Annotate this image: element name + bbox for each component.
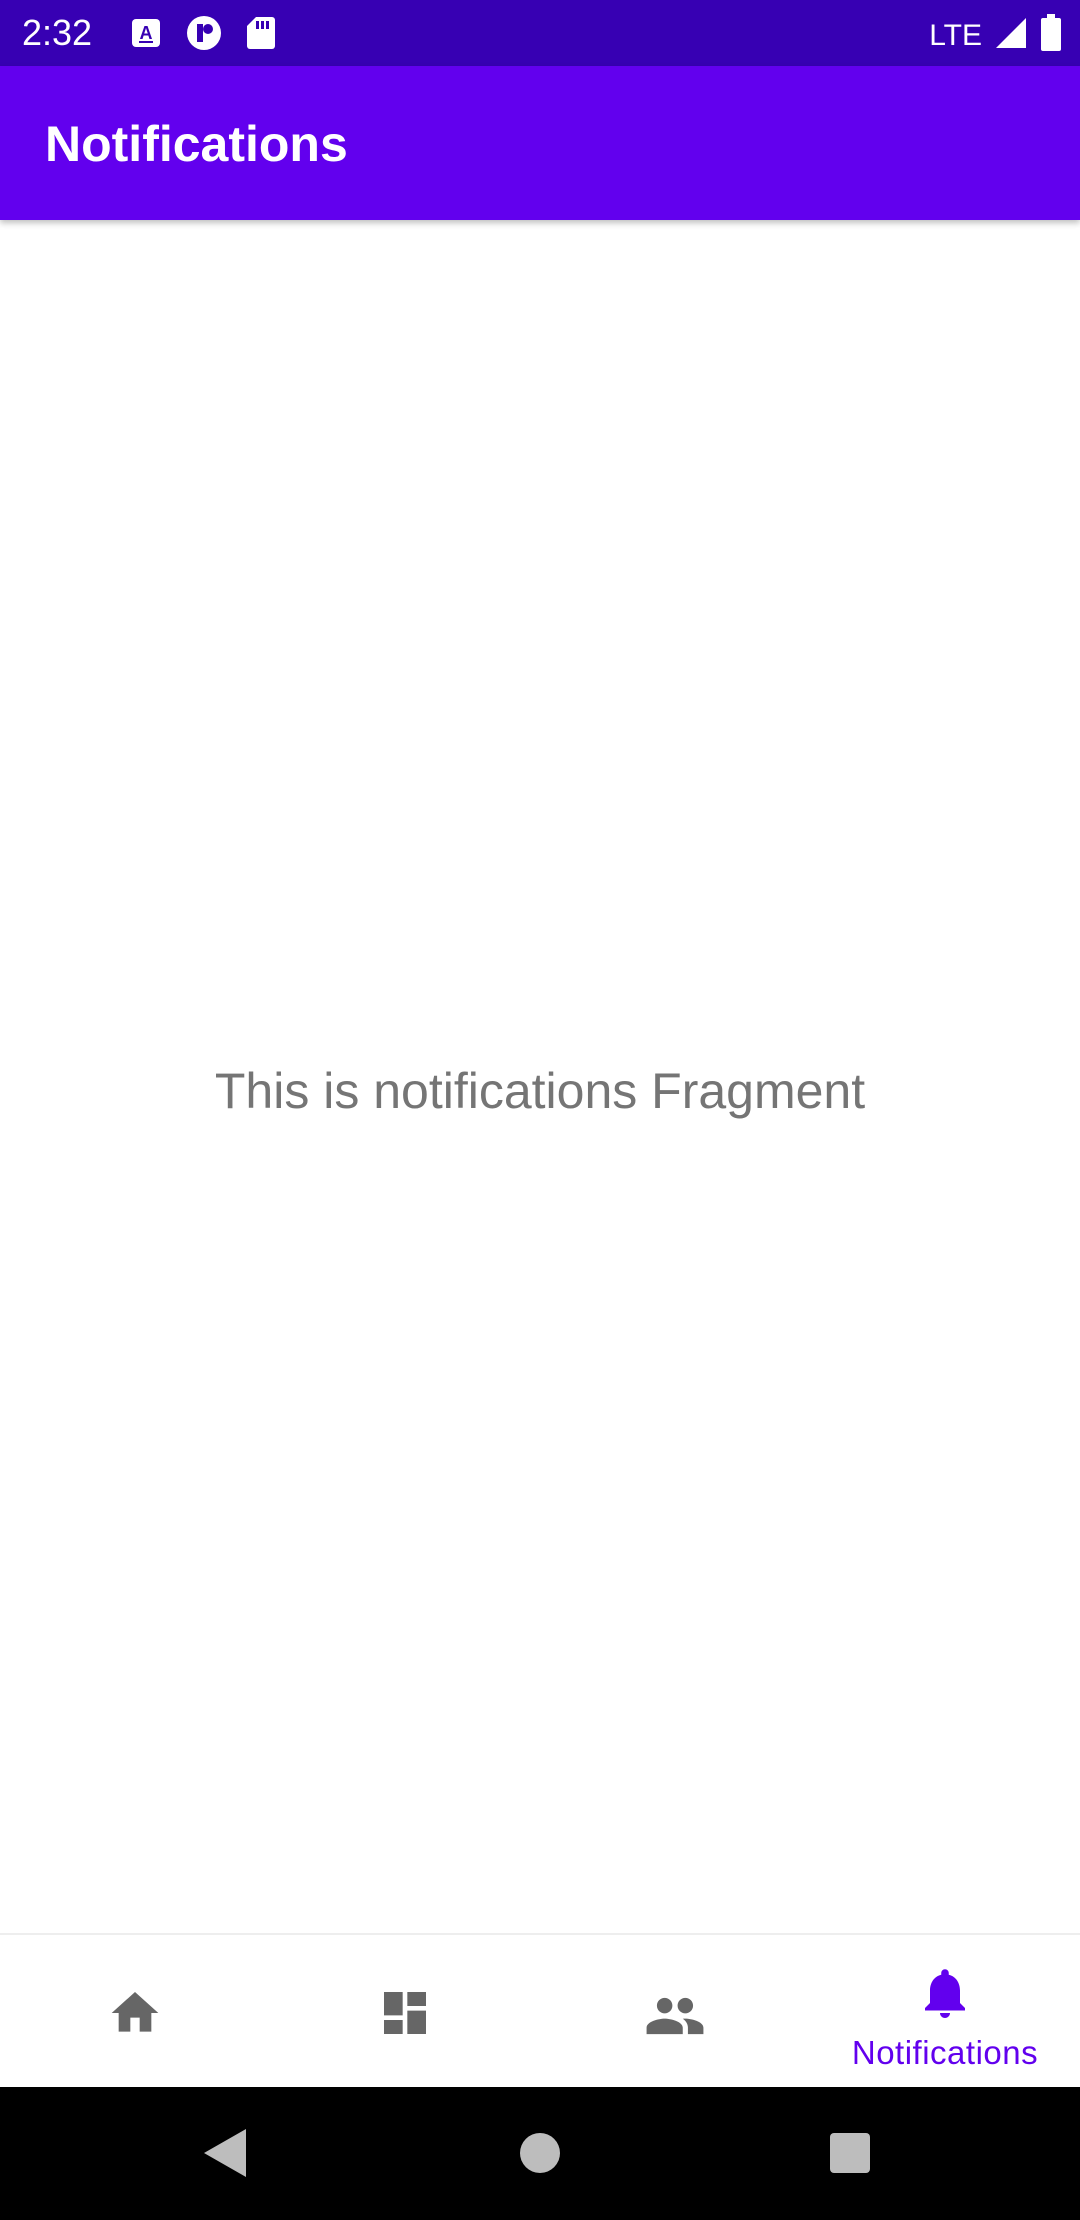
- home-circle-icon[interactable]: [518, 2125, 562, 2186]
- a-download-icon: A: [130, 17, 162, 54]
- back-icon[interactable]: [200, 2125, 250, 2186]
- bottom-navigation: Notifications: [0, 1933, 1080, 2089]
- nav-item-people[interactable]: [540, 1935, 810, 2089]
- notifications-message: This is notifications Fragment: [214, 1063, 866, 1119]
- dashboard-icon: [377, 1985, 433, 2046]
- status-icons-left: A: [130, 15, 276, 56]
- home-icon: [107, 1985, 163, 2046]
- p-circle-icon: [186, 15, 222, 56]
- people-icon: [644, 1985, 706, 2052]
- nav-label-notifications: Notifications: [851, 2034, 1039, 2071]
- app-bar: Notifications: [0, 66, 1080, 220]
- bell-icon: [915, 1963, 975, 2028]
- status-bar: 2:32 A LTE: [0, 0, 1080, 66]
- status-time: 2:32: [22, 12, 93, 53]
- system-navigation-bar: [0, 2087, 1080, 2220]
- screen: 2:32 A LTE Notifications This is notific…: [0, 0, 1080, 2220]
- status-icons-right: LTE: [929, 14, 1062, 57]
- nav-item-dashboard[interactable]: [270, 1935, 540, 2089]
- network-type: LTE: [929, 18, 982, 52]
- sd-card-icon: [246, 16, 276, 55]
- svg-text:A: A: [140, 23, 153, 43]
- nav-item-notifications[interactable]: Notifications: [810, 1935, 1080, 2089]
- nav-item-home[interactable]: [0, 1935, 270, 2089]
- signal-icon: [994, 16, 1028, 55]
- page-title: Notifications: [45, 116, 348, 172]
- recents-icon[interactable]: [828, 2125, 872, 2186]
- battery-icon: [1040, 14, 1062, 57]
